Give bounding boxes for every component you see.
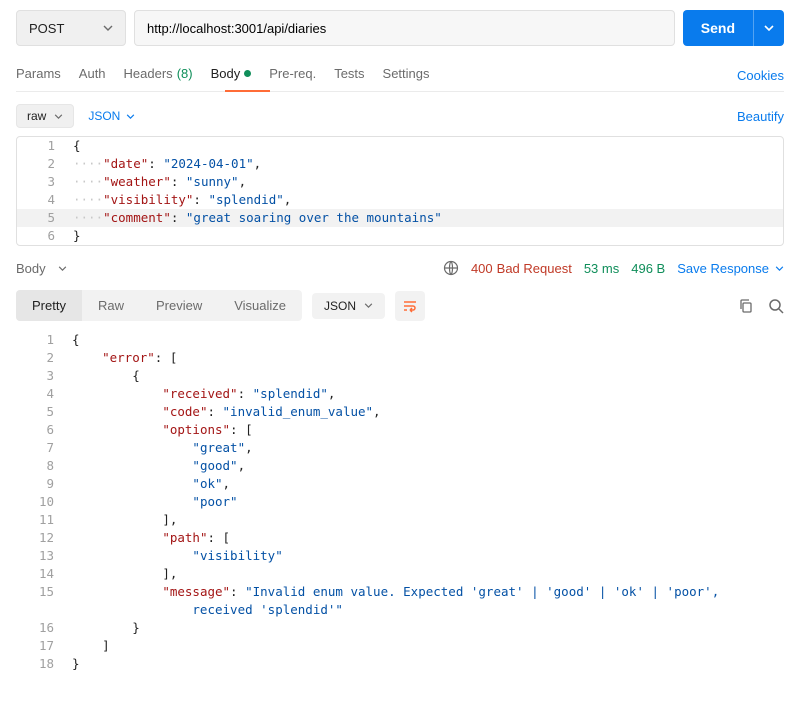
response-time: 53 ms [584, 261, 619, 276]
response-view-tabs: Pretty Raw Preview Visualize [16, 290, 302, 321]
cookies-link[interactable]: Cookies [737, 68, 784, 83]
tab-params[interactable]: Params [16, 60, 61, 91]
editor-line: 10 "poor" [16, 493, 784, 511]
editor-line: 15 "message": "Invalid enum value. Expec… [16, 583, 784, 619]
tab-body[interactable]: Body [211, 60, 252, 91]
editor-line: 18} [16, 655, 784, 673]
body-type-select[interactable]: raw [16, 104, 74, 128]
tab-tests[interactable]: Tests [334, 60, 364, 91]
save-response-button[interactable]: Save Response [677, 261, 784, 276]
tab-headers[interactable]: Headers (8) [124, 60, 193, 91]
headers-count: (8) [177, 66, 193, 81]
request-row: POST Send [16, 10, 784, 46]
chevron-down-icon [103, 25, 113, 31]
tab-settings[interactable]: Settings [383, 60, 430, 91]
body-subtabs: raw JSON Beautify [16, 92, 784, 136]
editor-line[interactable]: 3····"weather": "sunny", [17, 173, 783, 191]
editor-line: 8 "good", [16, 457, 784, 475]
chevron-down-icon[interactable] [58, 266, 67, 271]
response-size: 496 B [631, 261, 665, 276]
request-tabs: Params Auth Headers (8) Body Pre-req. Te… [16, 60, 784, 92]
editor-line: 12 "path": [ [16, 529, 784, 547]
chevron-down-icon [126, 114, 135, 119]
modified-dot-icon [244, 70, 251, 77]
editor-line: 17 ] [16, 637, 784, 655]
response-header: Body 400 Bad Request 53 ms 496 B Save Re… [16, 246, 784, 284]
copy-icon[interactable] [738, 298, 754, 314]
editor-line: 9 "ok", [16, 475, 784, 493]
request-body-editor[interactable]: 1{2····"date": "2024-04-01",3····"weathe… [16, 136, 784, 246]
editor-line: 1{ [16, 331, 784, 349]
editor-line: 5 "code": "invalid_enum_value", [16, 403, 784, 421]
url-input[interactable] [134, 10, 675, 46]
editor-line[interactable]: 5····"comment": "great soaring over the … [17, 209, 783, 227]
beautify-link[interactable]: Beautify [737, 109, 784, 124]
editor-line[interactable]: 4····"visibility": "splendid", [17, 191, 783, 209]
tab-preview[interactable]: Preview [140, 290, 218, 321]
editor-line: 3 { [16, 367, 784, 385]
response-toolbar: Pretty Raw Preview Visualize JSON [16, 284, 784, 331]
chevron-down-icon [775, 266, 784, 271]
editor-line: 16 } [16, 619, 784, 637]
chevron-down-icon [54, 114, 63, 119]
status-text: Bad Request [497, 261, 572, 276]
chevron-down-icon [364, 303, 373, 308]
tab-auth[interactable]: Auth [79, 60, 106, 91]
editor-line: 13 "visibility" [16, 547, 784, 565]
active-tab-underline [225, 90, 270, 92]
body-format-select[interactable]: JSON [88, 109, 135, 123]
editor-line[interactable]: 1{ [17, 137, 783, 155]
method-label: POST [29, 21, 64, 36]
send-button[interactable]: Send [683, 10, 784, 46]
tab-visualize[interactable]: Visualize [218, 290, 302, 321]
send-split-chevron[interactable] [753, 10, 784, 46]
response-body-viewer[interactable]: 1{2 "error": [3 {4 "received": "splendid… [16, 331, 784, 673]
editor-line: 11 ], [16, 511, 784, 529]
editor-line[interactable]: 2····"date": "2024-04-01", [17, 155, 783, 173]
send-label: Send [683, 20, 753, 36]
tab-prereq[interactable]: Pre-req. [269, 60, 316, 91]
search-icon[interactable] [768, 298, 784, 314]
editor-line[interactable]: 6} [17, 227, 783, 245]
tab-raw[interactable]: Raw [82, 290, 140, 321]
status-code: 400 [471, 261, 493, 276]
editor-line: 4 "received": "splendid", [16, 385, 784, 403]
wrap-lines-button[interactable] [395, 291, 425, 321]
editor-line: 7 "great", [16, 439, 784, 457]
editor-line: 14 ], [16, 565, 784, 583]
tab-pretty[interactable]: Pretty [16, 290, 82, 321]
response-format-select[interactable]: JSON [312, 293, 385, 319]
response-body-label[interactable]: Body [16, 261, 46, 276]
editor-line: 6 "options": [ [16, 421, 784, 439]
network-globe-icon[interactable] [443, 260, 459, 276]
editor-line: 2 "error": [ [16, 349, 784, 367]
method-select[interactable]: POST [16, 10, 126, 46]
